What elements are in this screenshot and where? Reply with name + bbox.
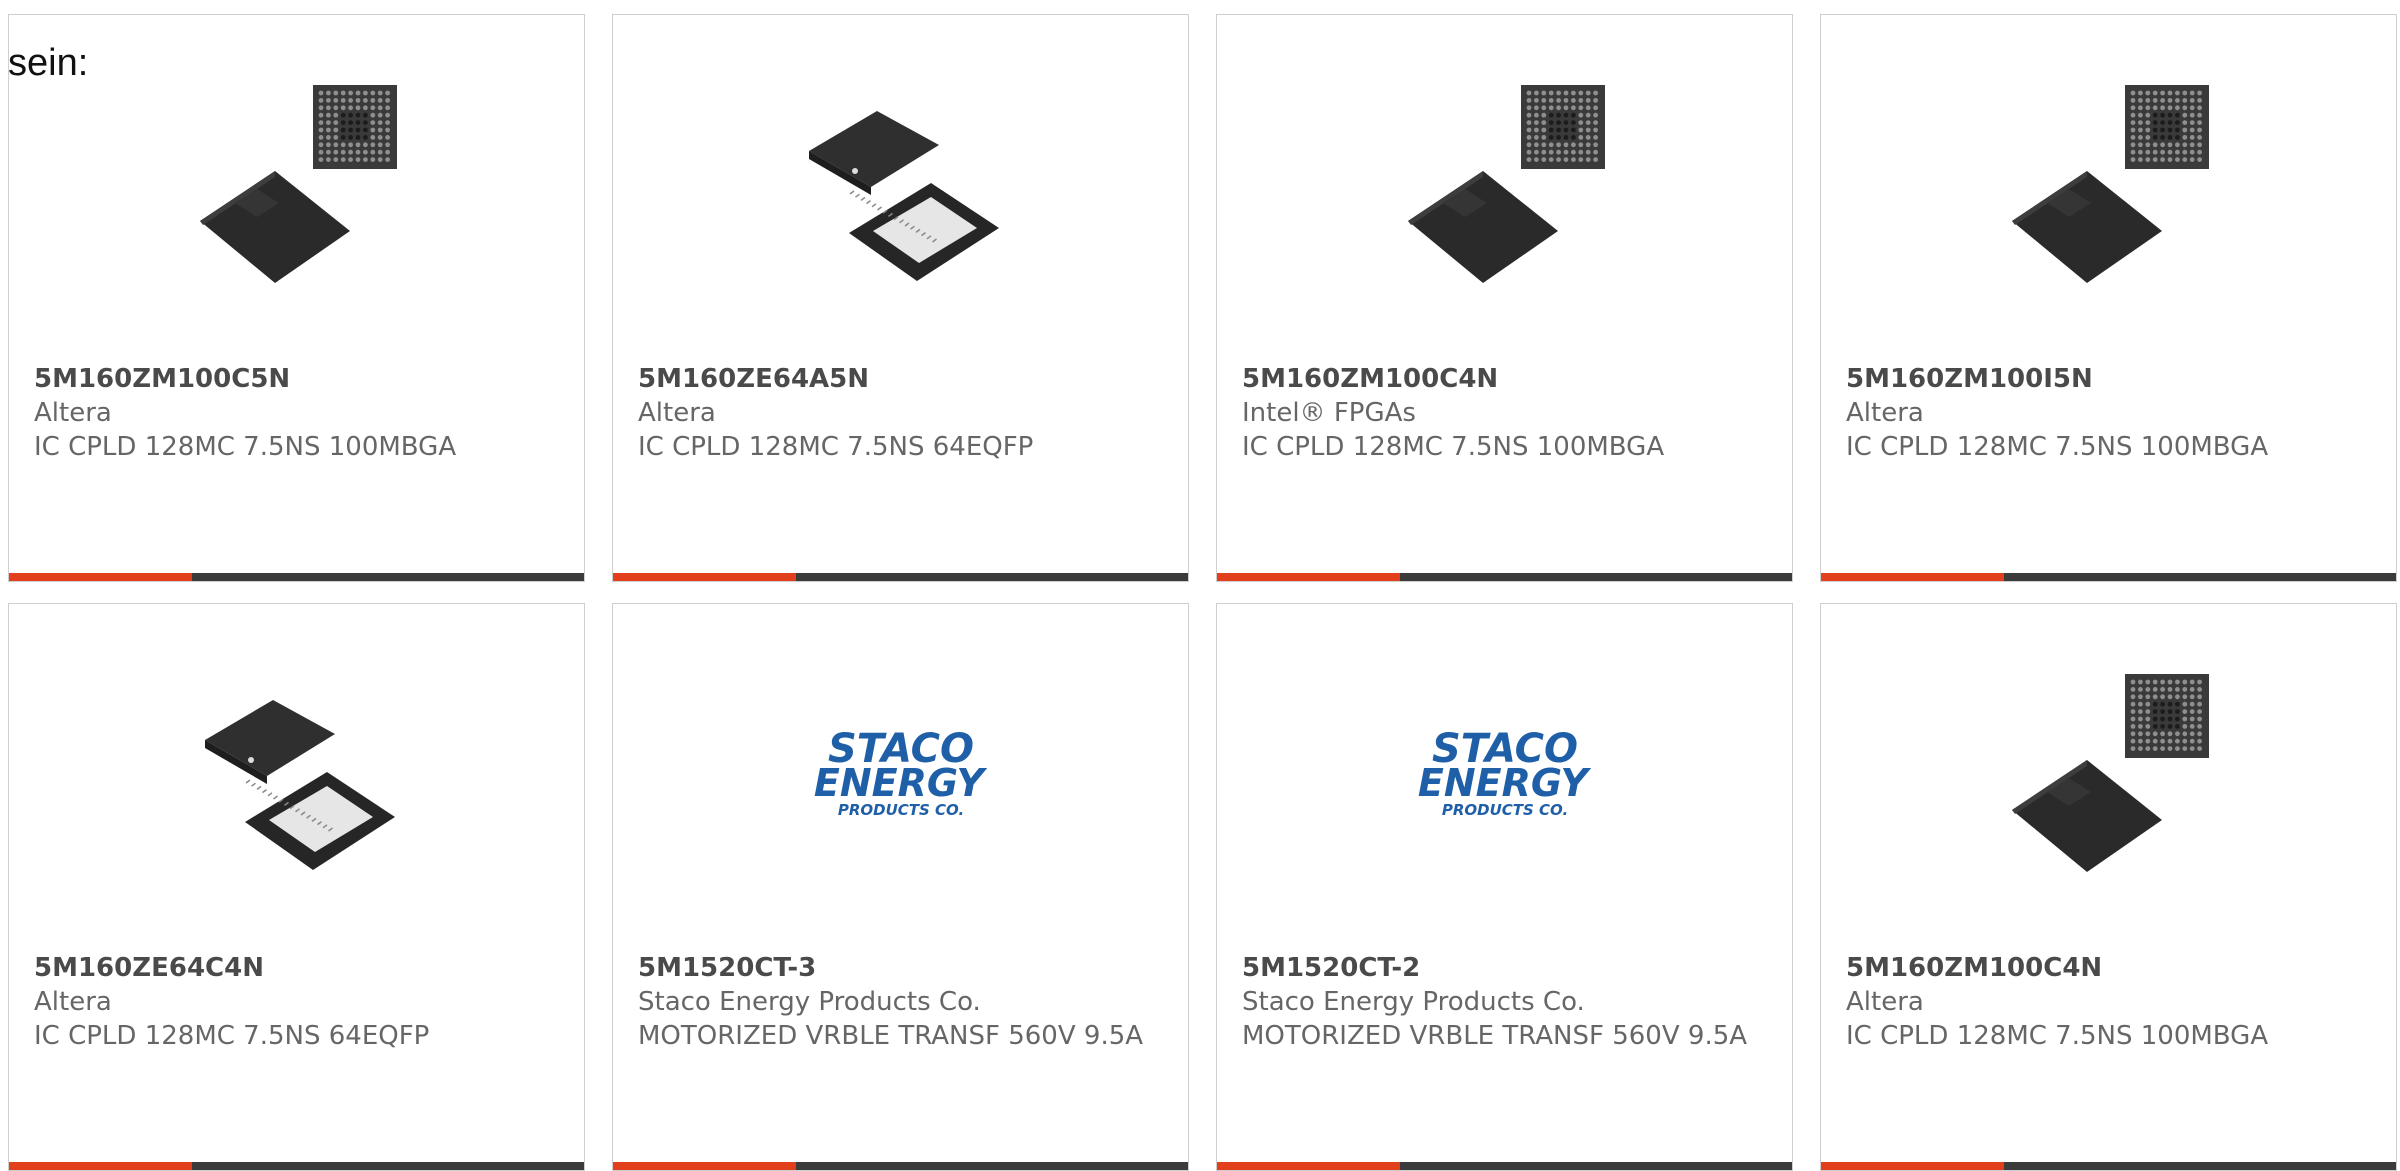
description: IC CPLD 128MC 7.5NS 64EQFP <box>638 432 1034 462</box>
product-card[interactable]: 5M160ZM100C4N Altera IC CPLD 128MC 7.5NS… <box>1820 603 2397 1171</box>
svg-text:ENERGY: ENERGY <box>1418 761 1592 805</box>
card-bar <box>1217 1162 1792 1170</box>
part-number[interactable]: 5M160ZM100C4N <box>1846 951 2376 985</box>
qfp-chip-image <box>195 672 400 877</box>
card-bar-accent <box>613 1162 796 1170</box>
description: IC CPLD 128MC 7.5NS 100MBGA <box>1242 432 1665 462</box>
product-card[interactable]: 5M160ZE64C4N Altera IC CPLD 128MC 7.5NS … <box>8 603 585 1171</box>
staco-logo-image: STACO ENERGY PRODUCTS CO. <box>799 672 1004 877</box>
card-bar <box>1217 573 1792 581</box>
description: IC CPLD 128MC 7.5NS 100MBGA <box>1846 1021 2269 1051</box>
card-bar <box>9 573 584 581</box>
part-number[interactable]: 5M1520CT-2 <box>1242 951 1772 985</box>
card-bar-accent <box>1217 573 1400 581</box>
description: IC CPLD 128MC 7.5NS 100MBGA <box>1846 432 2269 462</box>
part-number[interactable]: 5M160ZM100I5N <box>1846 362 2376 396</box>
product-card[interactable]: 5M160ZE64A5N Altera IC CPLD 128MC 7.5NS … <box>612 14 1189 582</box>
description: IC CPLD 128MC 7.5NS 100MBGA <box>34 432 457 462</box>
svg-text:PRODUCTS CO.: PRODUCTS CO. <box>1442 801 1568 819</box>
manufacturer: Altera <box>638 398 716 428</box>
part-number[interactable]: 5M160ZM100C4N <box>1242 362 1772 396</box>
description: MOTORIZED VRBLE TRANSF 560V 9.5A <box>638 1021 1144 1051</box>
part-number[interactable]: 5M160ZM100C5N <box>34 362 564 396</box>
svg-text:PRODUCTS CO.: PRODUCTS CO. <box>838 801 964 819</box>
manufacturer: Altera <box>1846 987 1924 1017</box>
card-bar <box>613 573 1188 581</box>
card-bar <box>1821 1162 2396 1170</box>
product-card[interactable]: STACO ENERGY PRODUCTS CO. 5M1520CT-2 Staco… <box>1216 603 1793 1171</box>
product-card[interactable]: STACO ENERGY PRODUCTS CO. 5M1520CT-3 Staco… <box>612 603 1189 1171</box>
card-bar-accent <box>1821 573 2004 581</box>
part-number[interactable]: 5M160ZE64C4N <box>34 951 564 985</box>
svg-text:ENERGY: ENERGY <box>814 761 988 805</box>
qfp-chip-image <box>799 83 1004 288</box>
description: MOTORIZED VRBLE TRANSF 560V 9.5A <box>1242 1021 1748 1051</box>
product-card[interactable]: 5M160ZM100C4N Intel® FPGAs IC CPLD 128MC… <box>1216 14 1793 582</box>
manufacturer: Intel® FPGAs <box>1242 398 1416 428</box>
card-bar <box>613 1162 1188 1170</box>
staco-logo-image: STACO ENERGY PRODUCTS CO. <box>1403 672 1608 877</box>
card-bar-accent <box>613 573 796 581</box>
bga-chip-image <box>2007 672 2212 877</box>
bga-chip-image <box>2007 83 2212 288</box>
card-bar <box>9 1162 584 1170</box>
card-bar-accent <box>1217 1162 1400 1170</box>
manufacturer: Altera <box>1846 398 1924 428</box>
product-grid: 5M160ZM100C5N Altera IC CPLD 128MC 7.5NS… <box>0 0 2400 1171</box>
manufacturer: Altera <box>34 398 112 428</box>
manufacturer: Staco Energy Products Co. <box>1242 987 1585 1017</box>
card-bar-accent <box>1821 1162 2004 1170</box>
bga-chip-image <box>195 83 400 288</box>
bga-chip-image <box>1403 83 1608 288</box>
product-card[interactable]: 5M160ZM100C5N Altera IC CPLD 128MC 7.5NS… <box>8 14 585 582</box>
card-bar <box>1821 573 2396 581</box>
intro-text: sein: <box>8 42 89 84</box>
product-card[interactable]: 5M160ZM100I5N Altera IC CPLD 128MC 7.5NS… <box>1820 14 2397 582</box>
card-bar-accent <box>9 1162 192 1170</box>
part-number[interactable]: 5M1520CT-3 <box>638 951 1168 985</box>
description: IC CPLD 128MC 7.5NS 64EQFP <box>34 1021 430 1051</box>
part-number[interactable]: 5M160ZE64A5N <box>638 362 1168 396</box>
manufacturer: Altera <box>34 987 112 1017</box>
manufacturer: Staco Energy Products Co. <box>638 987 981 1017</box>
card-bar-accent <box>9 573 192 581</box>
